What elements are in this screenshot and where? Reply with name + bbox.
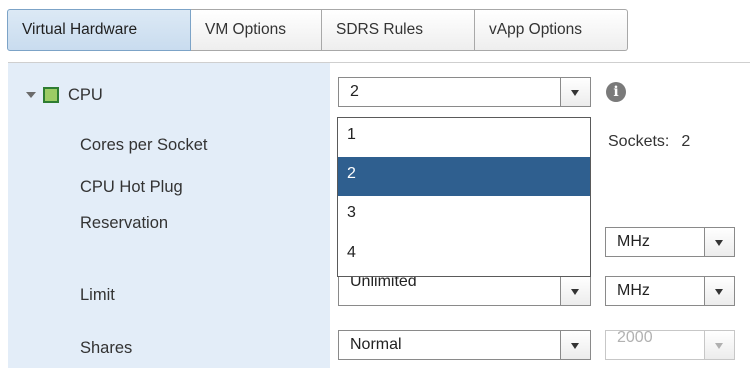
cpu-option-4[interactable]: 4	[338, 236, 590, 275]
chevron-down-icon	[715, 240, 723, 246]
cpu-count-options-list: 1 2 3 4	[337, 117, 591, 277]
limit-unit-select[interactable]: MHz	[605, 276, 735, 306]
chevron-down-icon	[715, 343, 723, 349]
cpu-option-label: 1	[347, 126, 356, 143]
shares-dropdown-button[interactable]	[560, 331, 590, 359]
cores-per-socket-label: Cores per Socket	[80, 136, 208, 154]
cpu-option-label: 3	[347, 204, 356, 221]
chevron-down-icon	[571, 90, 579, 96]
cpu-icon	[43, 87, 59, 103]
reservation-unit-select[interactable]: MHz	[605, 227, 735, 257]
cpu-option-label: 4	[347, 244, 356, 261]
tab-bar: Virtual Hardware VM Options SDRS Rules v…	[7, 9, 628, 51]
reservation-unit-value: MHz	[617, 233, 650, 250]
reservation-unit-dropdown-button[interactable]	[704, 228, 734, 256]
triangle-down-icon[interactable]	[26, 92, 36, 98]
shares-amount-dropdown-button	[704, 331, 734, 359]
sockets-readout: Sockets: 2	[608, 127, 690, 157]
cpu-count-value: 2	[350, 83, 359, 100]
cpu-option-label: 2	[347, 165, 356, 182]
tab-virtual-hardware[interactable]: Virtual Hardware	[7, 9, 191, 51]
chevron-down-icon	[715, 289, 723, 295]
limit-unit-dropdown-button[interactable]	[704, 277, 734, 305]
cpu-option-2[interactable]: 2	[338, 157, 590, 196]
chevron-down-icon	[571, 289, 579, 295]
info-icon[interactable]: i	[606, 82, 626, 102]
shares-value: Normal	[350, 336, 402, 353]
limit-unit-value: MHz	[617, 282, 650, 299]
tab-sdrs-rules[interactable]: SDRS Rules	[322, 9, 475, 51]
cpu-label: CPU	[68, 86, 103, 104]
tab-vapp-options[interactable]: vApp Options	[475, 9, 628, 51]
cpu-option-1[interactable]: 1	[338, 118, 590, 157]
tab-vm-options[interactable]: VM Options	[191, 9, 322, 51]
reservation-label: Reservation	[80, 214, 169, 232]
limit-label: Limit	[80, 286, 115, 304]
limit-dropdown-button[interactable]	[560, 277, 590, 305]
cpu-hot-plug-label: CPU Hot Plug	[80, 178, 183, 196]
shares-label: Shares	[80, 339, 133, 357]
shares-select[interactable]: Normal	[338, 330, 591, 360]
sockets-label: Sockets:	[608, 133, 670, 150]
limit-select[interactable]: Unlimited	[338, 273, 591, 306]
sockets-value: 2	[681, 133, 691, 150]
chevron-down-icon	[571, 343, 579, 349]
cpu-option-3[interactable]: 3	[338, 196, 590, 235]
cpu-count-dropdown-button[interactable]	[560, 78, 590, 106]
shares-amount-select: 2000	[605, 329, 735, 360]
cpu-count-select[interactable]: 2	[338, 77, 591, 107]
shares-amount-value: 2000	[617, 329, 653, 346]
